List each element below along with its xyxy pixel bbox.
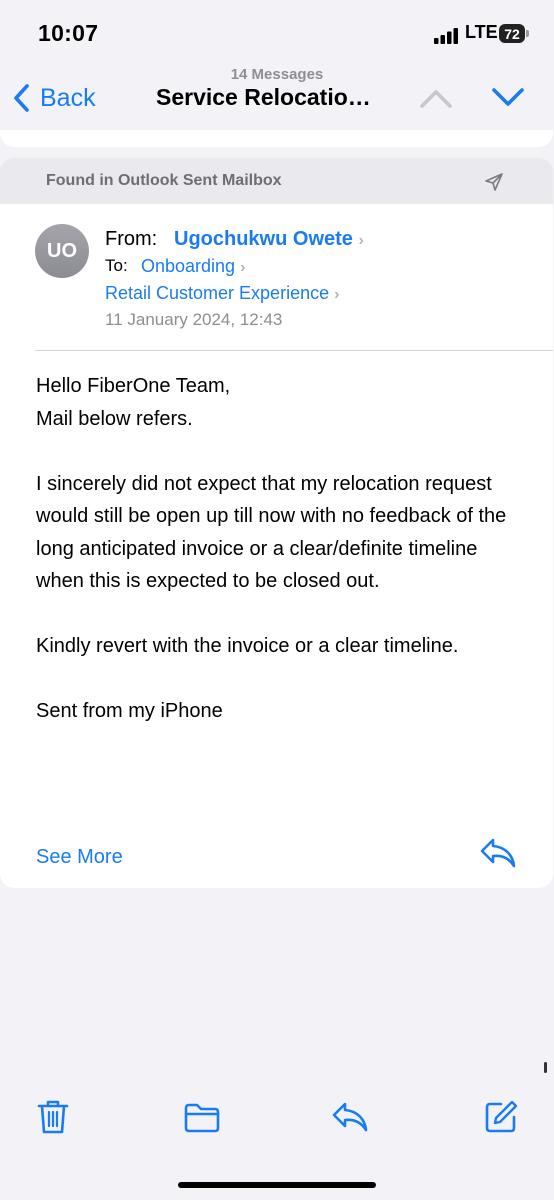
chevron-right-icon: ›	[334, 286, 340, 303]
chevron-left-icon	[14, 84, 29, 112]
email-body: Hello FiberOne Team, Mail below refers. …	[36, 370, 516, 760]
message-count: 14 Messages	[230, 66, 324, 83]
back-label: Back	[40, 83, 96, 112]
mailbox-banner: Found in Outlook Sent Mailbox	[0, 158, 553, 204]
home-indicator	[178, 1182, 376, 1188]
trash-icon[interactable]	[36, 1098, 70, 1141]
battery-icon: 72	[499, 24, 525, 43]
reply-icon[interactable]	[330, 1100, 370, 1139]
sender-name[interactable]: Ugochukwu Owete ›	[174, 228, 364, 251]
avatar: UO	[35, 224, 89, 278]
body-paragraph: I sincerely did not expect that my reloc…	[36, 472, 507, 593]
body-greeting: Hello FiberOne Team,	[36, 375, 231, 397]
sent-icon	[484, 172, 504, 197]
compose-icon[interactable]	[482, 1098, 520, 1141]
reply-icon[interactable]	[478, 836, 518, 875]
thread-title: Service Relocatio…	[156, 84, 371, 110]
recipient-name: Onboarding	[141, 256, 236, 276]
chevron-right-icon: ›	[240, 259, 246, 276]
body-signature: Sent from my iPhone	[36, 700, 223, 722]
email-date: 11 January 2024, 12:43	[105, 310, 283, 329]
previous-message-card	[0, 130, 553, 147]
body-paragraph: Kindly revert with the invoice or a clea…	[36, 635, 459, 657]
next-message-button[interactable]	[490, 84, 526, 117]
header-divider	[35, 350, 553, 351]
back-button[interactable]: Back	[12, 80, 96, 116]
status-time: 10:07	[38, 20, 99, 46]
previous-message-button[interactable]	[418, 84, 454, 117]
body-line: Mail below refers.	[36, 407, 193, 430]
battery-tip	[526, 30, 529, 37]
recipient-name: Retail Customer Experience	[105, 283, 330, 303]
sender-name-text: Ugochukwu Owete	[174, 228, 353, 250]
see-more-link[interactable]: See More	[36, 846, 123, 869]
battery-level: 72	[504, 25, 520, 42]
scroll-indicator[interactable]	[544, 1062, 547, 1073]
avatar-initials: UO	[47, 239, 77, 262]
chevron-up-icon	[420, 90, 452, 108]
folder-icon[interactable]	[183, 1102, 221, 1139]
chevron-right-icon: ›	[358, 232, 364, 249]
mailbox-banner-label: Found in Outlook Sent Mailbox	[46, 172, 282, 189]
chevron-down-icon	[492, 88, 524, 106]
recipient-retail-customer-experience[interactable]: Retail Customer Experience ›	[105, 283, 339, 304]
to-label: To:	[105, 256, 128, 275]
network-type: LTE	[465, 22, 498, 42]
email-card: Found in Outlook Sent Mailbox UO From: U…	[0, 158, 553, 888]
recipient-onboarding[interactable]: Onboarding ›	[141, 256, 245, 277]
cellular-signal-icon	[434, 28, 460, 49]
from-label: From:	[105, 228, 158, 250]
